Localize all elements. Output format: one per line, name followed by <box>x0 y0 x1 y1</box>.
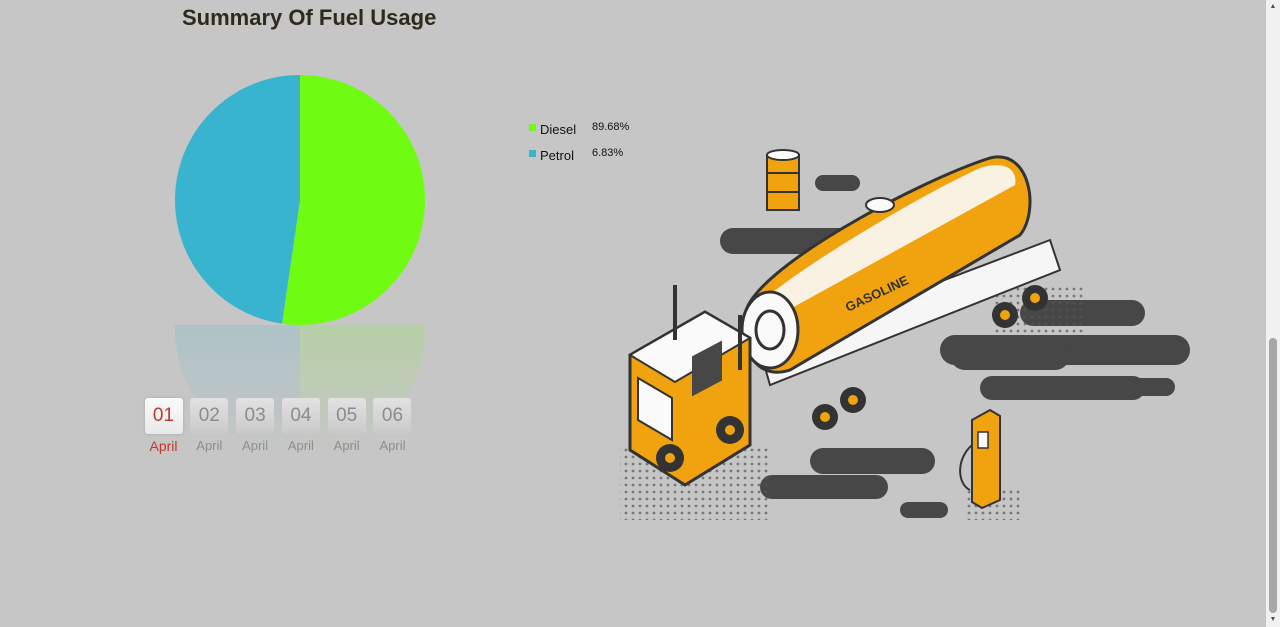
date-selector: 01 April 02 April 03 April 04 April 05 A… <box>143 398 418 454</box>
legend-label: Diesel <box>540 121 577 137</box>
fuel-tanker-truck-illustration: GASOLINE <box>620 149 1190 520</box>
date-day: 06 <box>373 398 412 434</box>
date-day: 05 <box>327 398 366 434</box>
vertical-scrollbar[interactable]: ▲ ▼ <box>1266 0 1280 627</box>
date-item-04[interactable]: 04 April <box>280 398 321 454</box>
date-day: 01 <box>144 398 183 434</box>
date-month: April <box>242 438 269 453</box>
oil-barrel-icon <box>766 149 800 211</box>
date-month: April <box>287 438 314 453</box>
date-day: 03 <box>236 398 275 434</box>
date-item-02[interactable]: 02 April <box>189 398 230 454</box>
date-month: April <box>196 438 223 453</box>
legend-swatch-diesel <box>529 123 536 131</box>
legend-value: 89.68% <box>592 121 630 133</box>
date-item-06[interactable]: 06 April <box>372 398 413 454</box>
pie-slice-petrol[interactable] <box>174 75 300 324</box>
truck-cab <box>628 285 752 487</box>
scrollbar-thumb[interactable] <box>1269 338 1277 613</box>
legend-swatch-petrol <box>529 149 536 157</box>
date-item-05[interactable]: 05 April <box>326 398 367 454</box>
date-day: 04 <box>281 398 320 434</box>
fuel-pie-chart <box>174 75 425 325</box>
date-month: April <box>379 438 406 453</box>
scroll-down-icon[interactable]: ▼ <box>1269 616 1277 624</box>
date-item-03[interactable]: 03 April <box>235 398 276 454</box>
pie-slice-diesel[interactable] <box>281 75 425 325</box>
legend-label: Petrol <box>540 147 574 163</box>
page-title: Summary Of Fuel Usage <box>182 5 437 30</box>
legend-item-diesel[interactable]: Diesel 89.68% <box>529 116 629 142</box>
date-day: 02 <box>190 398 229 434</box>
date-item-01[interactable]: 01 April <box>143 398 184 454</box>
scroll-up-icon[interactable]: ▲ <box>1269 3 1277 11</box>
date-month: April <box>333 438 360 453</box>
date-month: April <box>149 438 178 454</box>
